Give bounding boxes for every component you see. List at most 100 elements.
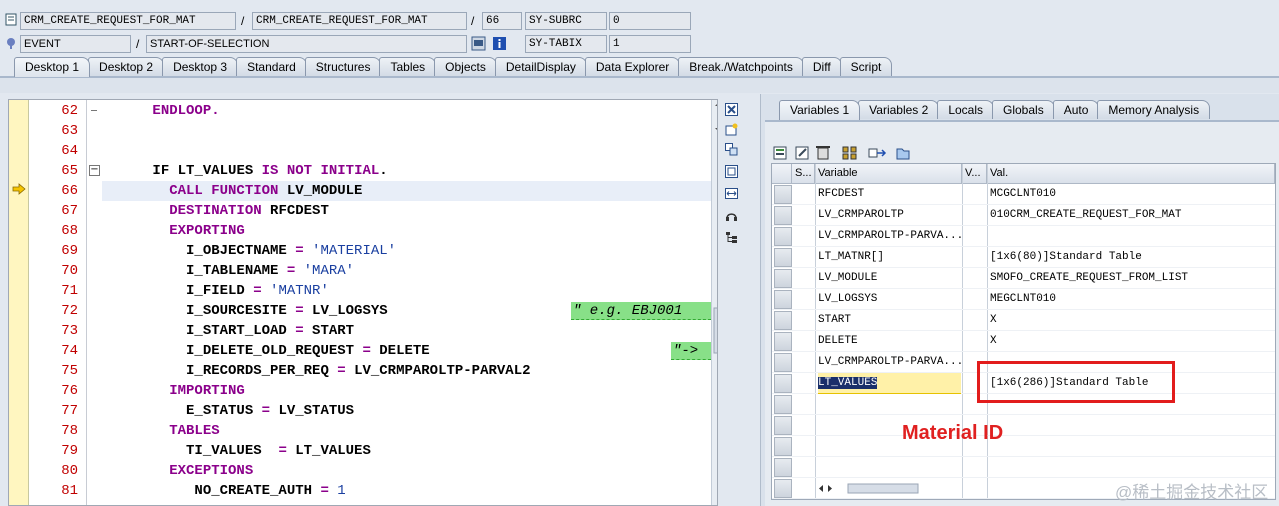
code-line[interactable]: ENDLOOP.: [9, 101, 717, 121]
transfer-icon[interactable]: [868, 148, 887, 158]
event-type-field[interactable]: EVENT: [20, 35, 131, 53]
col-header-variable[interactable]: Variable: [815, 164, 962, 184]
variable-name-cell[interactable]: RFCDEST: [818, 184, 961, 204]
tab-detaildisplay[interactable]: DetailDisplay: [494, 57, 587, 76]
var-tab-variables-2[interactable]: Variables 2: [858, 100, 940, 119]
code-line[interactable]: I_RECORDS_PER_REQ = LV_CRMPAROLTP-PARVAL…: [9, 361, 717, 381]
row-selector[interactable]: [774, 206, 792, 225]
table-row[interactable]: RFCDEST MCGCLNT010: [772, 184, 1275, 205]
row-selector[interactable]: [774, 248, 792, 267]
headset-icon[interactable]: [723, 207, 739, 223]
variable-name-cell[interactable]: LT_VALUES: [818, 373, 961, 394]
table-row[interactable]: LV_LOGSYS MEGCLNT010: [772, 289, 1275, 310]
table-row[interactable]: LT_MATNR[] [1x6(80)]Standard Table: [772, 247, 1275, 268]
variable-value-cell[interactable]: 010CRM_CREATE_REQUEST_FOR_MAT: [990, 205, 1275, 225]
variable-name-cell[interactable]: START: [818, 310, 961, 330]
sysvar1-value[interactable]: 0: [609, 12, 691, 30]
close-icon[interactable]: [723, 101, 739, 117]
tab-desktop-2[interactable]: Desktop 2: [88, 57, 165, 76]
tab-standard[interactable]: Standard: [236, 57, 307, 76]
code-line[interactable]: E_STATUS = LV_STATUS: [9, 401, 717, 421]
sysvar1-name[interactable]: SY-SUBRC: [525, 12, 607, 30]
maximize-icon[interactable]: [723, 163, 739, 179]
code-line[interactable]: EXCEPTIONS: [9, 461, 717, 481]
code-line[interactable]: [9, 141, 717, 161]
row-selector[interactable]: [774, 437, 792, 456]
table-row[interactable]: [772, 457, 1275, 478]
code-line[interactable]: [9, 121, 717, 141]
tab-diff[interactable]: Diff: [801, 57, 842, 76]
code-line[interactable]: TABLES: [9, 421, 717, 441]
row-selector[interactable]: [774, 374, 792, 393]
var-tab-globals[interactable]: Globals: [992, 100, 1055, 119]
code-line[interactable]: IMPORTING: [9, 381, 717, 401]
tab-tables[interactable]: Tables: [379, 57, 437, 76]
row-selector[interactable]: [774, 290, 792, 309]
table-row[interactable]: DELETE X: [772, 331, 1275, 352]
col-header-v[interactable]: V...: [962, 164, 987, 184]
row-selector[interactable]: [774, 227, 792, 246]
variable-value-cell[interactable]: [1x6(80)]Standard Table: [990, 247, 1275, 267]
variable-value-cell[interactable]: MEGCLNT010: [990, 289, 1275, 309]
code-line[interactable]: CALL FUNCTION LV_MODULE: [102, 181, 711, 201]
resize-horizontal-icon[interactable]: [723, 185, 739, 201]
variable-value-cell[interactable]: X: [990, 331, 1275, 351]
variable-value-cell[interactable]: X: [990, 310, 1275, 330]
selected-variable-text[interactable]: LT_VALUES: [818, 377, 878, 389]
row-selector[interactable]: [774, 269, 792, 288]
tab-data-explorer[interactable]: Data Explorer: [584, 57, 681, 76]
folder-icon[interactable]: [896, 148, 910, 160]
var-tab-variables-1[interactable]: Variables 1: [779, 100, 861, 120]
code-line[interactable]: NO_CREATE_AUTH = 1: [9, 481, 717, 501]
info-icon[interactable]: [491, 35, 507, 51]
tree-icon[interactable]: [723, 229, 739, 245]
sysvar2-name[interactable]: SY-TABIX: [525, 35, 607, 53]
var-tab-locals[interactable]: Locals: [937, 100, 994, 119]
tab-script[interactable]: Script: [839, 57, 893, 76]
delete-icon[interactable]: [816, 146, 830, 160]
variable-name-cell[interactable]: LV_CRMPAROLTP-PARVA...: [818, 226, 961, 246]
row-selector[interactable]: [774, 416, 792, 435]
variable-name-cell[interactable]: LV_MODULE: [818, 268, 961, 288]
detail-icon[interactable]: [773, 146, 787, 160]
col-header-s[interactable]: S...: [792, 164, 815, 184]
variable-value-cell[interactable]: SMOFO_CREATE_REQUEST_FROM_LIST: [990, 268, 1275, 288]
code-line[interactable]: TI_VALUES = LT_VALUES: [9, 441, 717, 461]
col-header-val[interactable]: Val.: [987, 164, 1275, 184]
variable-name-cell[interactable]: LV_LOGSYS: [818, 289, 961, 309]
table-row[interactable]: [772, 436, 1275, 457]
row-selector[interactable]: [774, 395, 792, 414]
var-tab-auto[interactable]: Auto: [1052, 100, 1100, 119]
code-line[interactable]: I_OBJECTNAME = 'MATERIAL': [9, 241, 717, 261]
table-row[interactable]: START X: [772, 310, 1275, 331]
row-selector[interactable]: [774, 353, 792, 372]
event-name-field[interactable]: START-OF-SELECTION: [146, 35, 467, 53]
code-line[interactable]: IF LT_VALUES IS NOT INITIAL.: [9, 161, 717, 181]
code-line[interactable]: DESTINATION RFCDEST: [9, 201, 717, 221]
row-selector[interactable]: [774, 479, 792, 498]
variable-value-cell[interactable]: MCGCLNT010: [990, 184, 1275, 204]
swap-icon[interactable]: [723, 141, 739, 157]
sysvar2-value[interactable]: 1: [609, 35, 691, 53]
variable-name-cell[interactable]: LV_CRMPAROLTP-PARVA...: [818, 352, 961, 372]
source-editor[interactable]: 62 63 64 65 66 67 68 69 70 71 72 73 74 75 76 77 78 79 80 81…: [8, 99, 718, 506]
include-field[interactable]: CRM_CREATE_REQUEST_FOR_MAT: [252, 12, 467, 30]
table-row[interactable]: LV_CRMPAROLTP 010CRM_CREATE_REQUEST_FOR_M…: [772, 205, 1275, 226]
var-tab-memory-analysis[interactable]: Memory Analysis: [1097, 100, 1211, 119]
grid-horizontal-scrollbar[interactable]: [818, 482, 968, 495]
table-row[interactable]: LV_MODULE SMOFO_CREATE_REQUEST_FROM_LIST: [772, 268, 1275, 289]
row-selector[interactable]: [774, 458, 792, 477]
program-field[interactable]: CRM_CREATE_REQUEST_FOR_MAT: [20, 12, 236, 30]
line-field[interactable]: 66: [482, 12, 522, 30]
variable-name-cell[interactable]: DELETE: [818, 331, 961, 351]
tab-structures[interactable]: Structures: [304, 57, 382, 76]
row-selector[interactable]: [774, 332, 792, 351]
multi-icon[interactable]: [842, 146, 857, 160]
tab-desktop-1[interactable]: Desktop 1: [14, 57, 91, 77]
new-session-icon[interactable]: [723, 121, 739, 137]
code-line[interactable]: I_FIELD = 'MATNR': [9, 281, 717, 301]
code-line[interactable]: I_TABLENAME = 'MARA': [9, 261, 717, 281]
row-selector[interactable]: [774, 185, 792, 204]
code-line[interactable]: I_DELETE_OLD_REQUEST = DELETE: [9, 341, 717, 361]
variable-name-cell[interactable]: LT_MATNR[]: [818, 247, 961, 267]
